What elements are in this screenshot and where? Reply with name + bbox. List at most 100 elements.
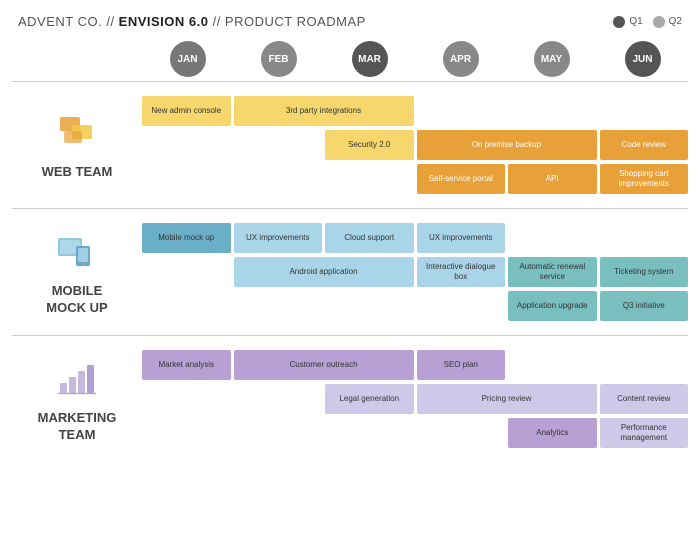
web-row-3: Self-service portal API Shopping cart im… bbox=[142, 164, 688, 194]
task-security: Security 2.0 bbox=[325, 130, 414, 160]
task-analytics: Analytics bbox=[508, 418, 597, 448]
jun-label: JUN bbox=[625, 41, 661, 77]
feb-label: FEB bbox=[261, 41, 297, 77]
legend: Q1 Q2 bbox=[613, 16, 682, 28]
title-prefix: ADVENT CO. // bbox=[18, 14, 119, 29]
task-bar: Ticketing system bbox=[600, 257, 689, 287]
task-api: API bbox=[508, 164, 597, 194]
task-market-analysis: Market analysis bbox=[142, 350, 231, 380]
mobile-row-2: Android application Interactive dialogue… bbox=[142, 257, 688, 287]
task-bar: SEO plan bbox=[417, 350, 506, 380]
task-android: Android application bbox=[234, 257, 414, 287]
task-mobile-mockup: Mobile mock up bbox=[142, 223, 231, 253]
task-bar: Content review bbox=[600, 384, 689, 414]
may-label: MAY bbox=[534, 41, 570, 77]
legend-q2: Q2 bbox=[653, 16, 682, 28]
task-bar: UX improvements bbox=[417, 223, 506, 253]
task-renewal: Automatic renewal service bbox=[508, 257, 597, 287]
month-row: JAN FEB MAR APR MAY JUN bbox=[12, 37, 688, 81]
jan-label: JAN bbox=[170, 41, 206, 77]
task-bar: Shopping cart improvements bbox=[600, 164, 689, 194]
task-interactive: Interactive dialogue box bbox=[417, 257, 506, 287]
page-title: ADVENT CO. // ENVISION 6.0 // PRODUCT RO… bbox=[18, 14, 366, 29]
task-new-admin: New admin console bbox=[142, 96, 231, 126]
q1-label: Q1 bbox=[629, 16, 642, 27]
task-ticketing: Ticketing system bbox=[600, 257, 689, 287]
q2-label: Q2 bbox=[669, 16, 682, 27]
month-apr: APR bbox=[415, 37, 506, 81]
web-row-2: Security 2.0 On premise backup Code revi… bbox=[142, 130, 688, 160]
task-3rd-party: 3rd party integrations bbox=[234, 96, 414, 126]
marketing-row-2: Legal generation Pricing review Content … bbox=[142, 384, 688, 414]
web-row-1: New admin console 3rd party integrations bbox=[142, 96, 688, 126]
mobile-section: MOBILEMOCK UP Mobile mock up UX improvem… bbox=[12, 208, 688, 335]
marketing-icon bbox=[54, 355, 100, 404]
task-code-review: Code review bbox=[600, 130, 689, 160]
mobile-row-3: Application upgrade Q3 initiative bbox=[142, 291, 688, 321]
task-q3: Q3 initiative bbox=[600, 291, 689, 321]
task-performance: Performance management bbox=[600, 418, 689, 448]
mobile-name: MOBILEMOCK UP bbox=[46, 283, 107, 317]
task-bar: Performance management bbox=[600, 418, 689, 448]
web-team-icon bbox=[54, 109, 100, 158]
marketing-row-1: Market analysis Customer outreach SEO pl… bbox=[142, 350, 688, 380]
q1-dot bbox=[613, 16, 625, 28]
task-ux-1: UX improvements bbox=[234, 223, 323, 253]
task-bar: Mobile mock up bbox=[142, 223, 231, 253]
web-team-label: WEB TEAM bbox=[12, 88, 142, 202]
task-bar: Pricing review bbox=[417, 384, 597, 414]
task-bar: Self-service portal bbox=[417, 164, 506, 194]
mobile-row-1: Mobile mock up UX improvements Cloud sup… bbox=[142, 223, 688, 253]
task-bar: UX improvements bbox=[234, 223, 323, 253]
roadmap: JAN FEB MAR APR MAY JUN bbox=[0, 37, 700, 462]
header: ADVENT CO. // ENVISION 6.0 // PRODUCT RO… bbox=[0, 0, 700, 37]
task-bar: 3rd party integrations bbox=[234, 96, 414, 126]
task-bar: Analytics bbox=[508, 418, 597, 448]
marketing-name: MARKETINGTEAM bbox=[38, 410, 117, 444]
month-jan: JAN bbox=[142, 37, 233, 81]
mobile-label: MOBILEMOCK UP bbox=[12, 215, 142, 329]
task-content-review: Content review bbox=[600, 384, 689, 414]
month-may: MAY bbox=[506, 37, 597, 81]
task-cloud: Cloud support bbox=[325, 223, 414, 253]
task-on-premise: On premise backup bbox=[417, 130, 597, 160]
mobile-icon bbox=[54, 228, 100, 277]
task-bar: Cloud support bbox=[325, 223, 414, 253]
task-app-upgrade: Application upgrade bbox=[508, 291, 597, 321]
task-pricing: Pricing review bbox=[417, 384, 597, 414]
task-bar: Security 2.0 bbox=[325, 130, 414, 160]
task-bar: Interactive dialogue box bbox=[417, 257, 506, 287]
marketing-label: MARKETINGTEAM bbox=[12, 342, 142, 456]
marketing-section: MARKETINGTEAM Market analysis Customer o… bbox=[12, 335, 688, 462]
web-team-name: WEB TEAM bbox=[42, 164, 113, 181]
app-container: ADVENT CO. // ENVISION 6.0 // PRODUCT RO… bbox=[0, 0, 700, 462]
task-bar: Market analysis bbox=[142, 350, 231, 380]
web-team-grid: New admin console 3rd party integrations… bbox=[142, 88, 688, 202]
task-shopping-cart: Shopping cart improvements bbox=[600, 164, 689, 194]
web-team-section: WEB TEAM New admin console 3rd party int… bbox=[12, 81, 688, 208]
task-bar: On premise backup bbox=[417, 130, 597, 160]
legend-q1: Q1 bbox=[613, 16, 642, 28]
task-customer-outreach: Customer outreach bbox=[234, 350, 414, 380]
month-mar: MAR bbox=[324, 37, 415, 81]
title-suffix: // PRODUCT ROADMAP bbox=[208, 14, 365, 29]
task-bar: Customer outreach bbox=[234, 350, 414, 380]
marketing-grid: Market analysis Customer outreach SEO pl… bbox=[142, 342, 688, 456]
task-bar: Q3 initiative bbox=[600, 291, 689, 321]
mobile-grid: Mobile mock up UX improvements Cloud sup… bbox=[142, 215, 688, 329]
task-self-service: Self-service portal bbox=[417, 164, 506, 194]
task-bar: New admin console bbox=[142, 96, 231, 126]
task-seo: SEO plan bbox=[417, 350, 506, 380]
task-bar: API bbox=[508, 164, 597, 194]
title-bold: ENVISION 6.0 bbox=[119, 14, 209, 29]
task-bar: Android application bbox=[234, 257, 414, 287]
apr-label: APR bbox=[443, 41, 479, 77]
task-legal: Legal generation bbox=[325, 384, 414, 414]
task-bar: Application upgrade bbox=[508, 291, 597, 321]
task-bar: Automatic renewal service bbox=[508, 257, 597, 287]
task-ux-2: UX improvements bbox=[417, 223, 506, 253]
mar-label: MAR bbox=[352, 41, 388, 77]
q2-dot bbox=[653, 16, 665, 28]
month-jun: JUN bbox=[597, 37, 688, 81]
month-spacer bbox=[12, 37, 142, 81]
